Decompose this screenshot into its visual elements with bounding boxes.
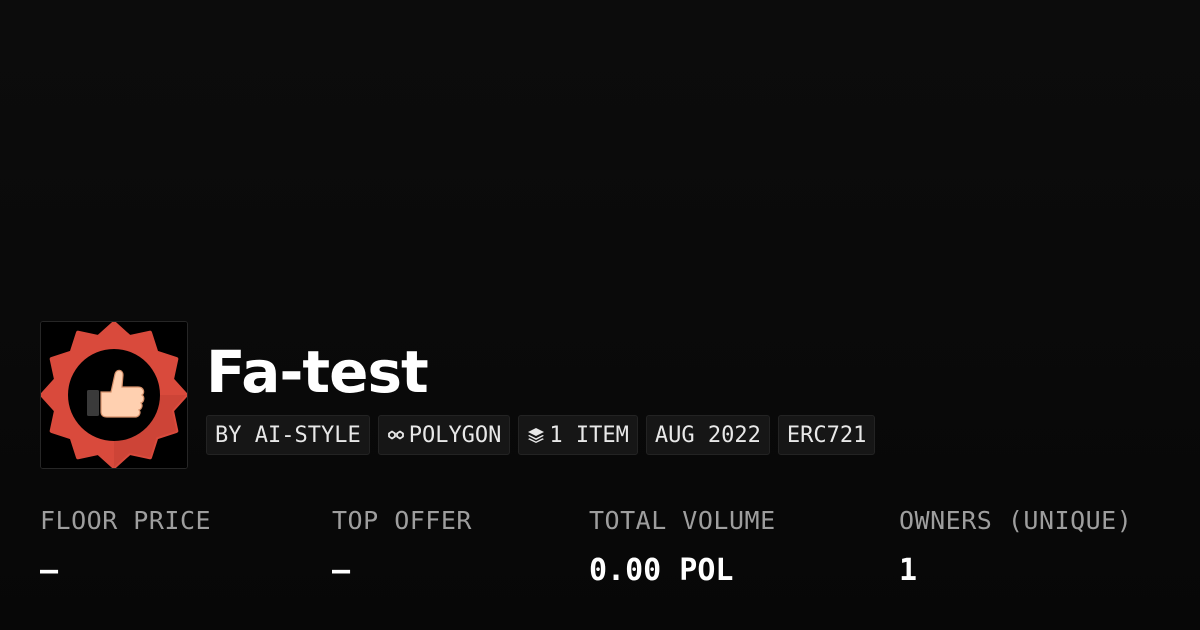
owners-value: 1 — [899, 553, 918, 588]
collection-tags: BY AI-STYLE POLYGON 1 ITEM AUG 2022 ERC7… — [206, 415, 876, 455]
total-volume-stat: TOTAL VOLUME 0.00 POL — [589, 503, 776, 589]
top-offer-stat: TOP OFFER – — [332, 503, 472, 589]
chain-tag-label: POLYGON — [408, 422, 502, 448]
layers-icon — [527, 426, 545, 444]
floor-price-label: FLOOR PRICE — [40, 506, 212, 535]
date-tag-label: AUG 2022 — [654, 422, 761, 448]
items-tag-label: 1 ITEM — [549, 422, 629, 448]
thumbs-up-badge-icon — [41, 322, 187, 468]
top-offer-value: – — [332, 553, 351, 588]
date-tag: AUG 2022 — [645, 415, 770, 455]
total-volume-label: TOTAL VOLUME — [589, 506, 776, 535]
total-volume-value: 0.00 POL — [589, 553, 734, 588]
top-offer-label: TOP OFFER — [332, 506, 472, 535]
chain-tag[interactable]: POLYGON — [377, 415, 511, 455]
standard-tag: ERC721 — [777, 415, 876, 455]
owners-stat: OWNERS (UNIQUE) 1 — [899, 503, 1132, 589]
standard-tag-label: ERC721 — [786, 422, 867, 448]
owners-label: OWNERS (UNIQUE) — [899, 506, 1133, 535]
items-tag[interactable]: 1 ITEM — [518, 415, 638, 455]
creator-tag[interactable]: BY AI-STYLE — [206, 415, 370, 455]
floor-price-stat: FLOOR PRICE – — [40, 503, 211, 589]
floor-price-value: – — [40, 553, 59, 588]
collection-title: Fa-test — [206, 338, 429, 406]
polygon-chain-icon — [387, 426, 405, 444]
creator-tag-label: BY AI-STYLE — [215, 422, 361, 448]
collection-logo — [40, 321, 188, 469]
